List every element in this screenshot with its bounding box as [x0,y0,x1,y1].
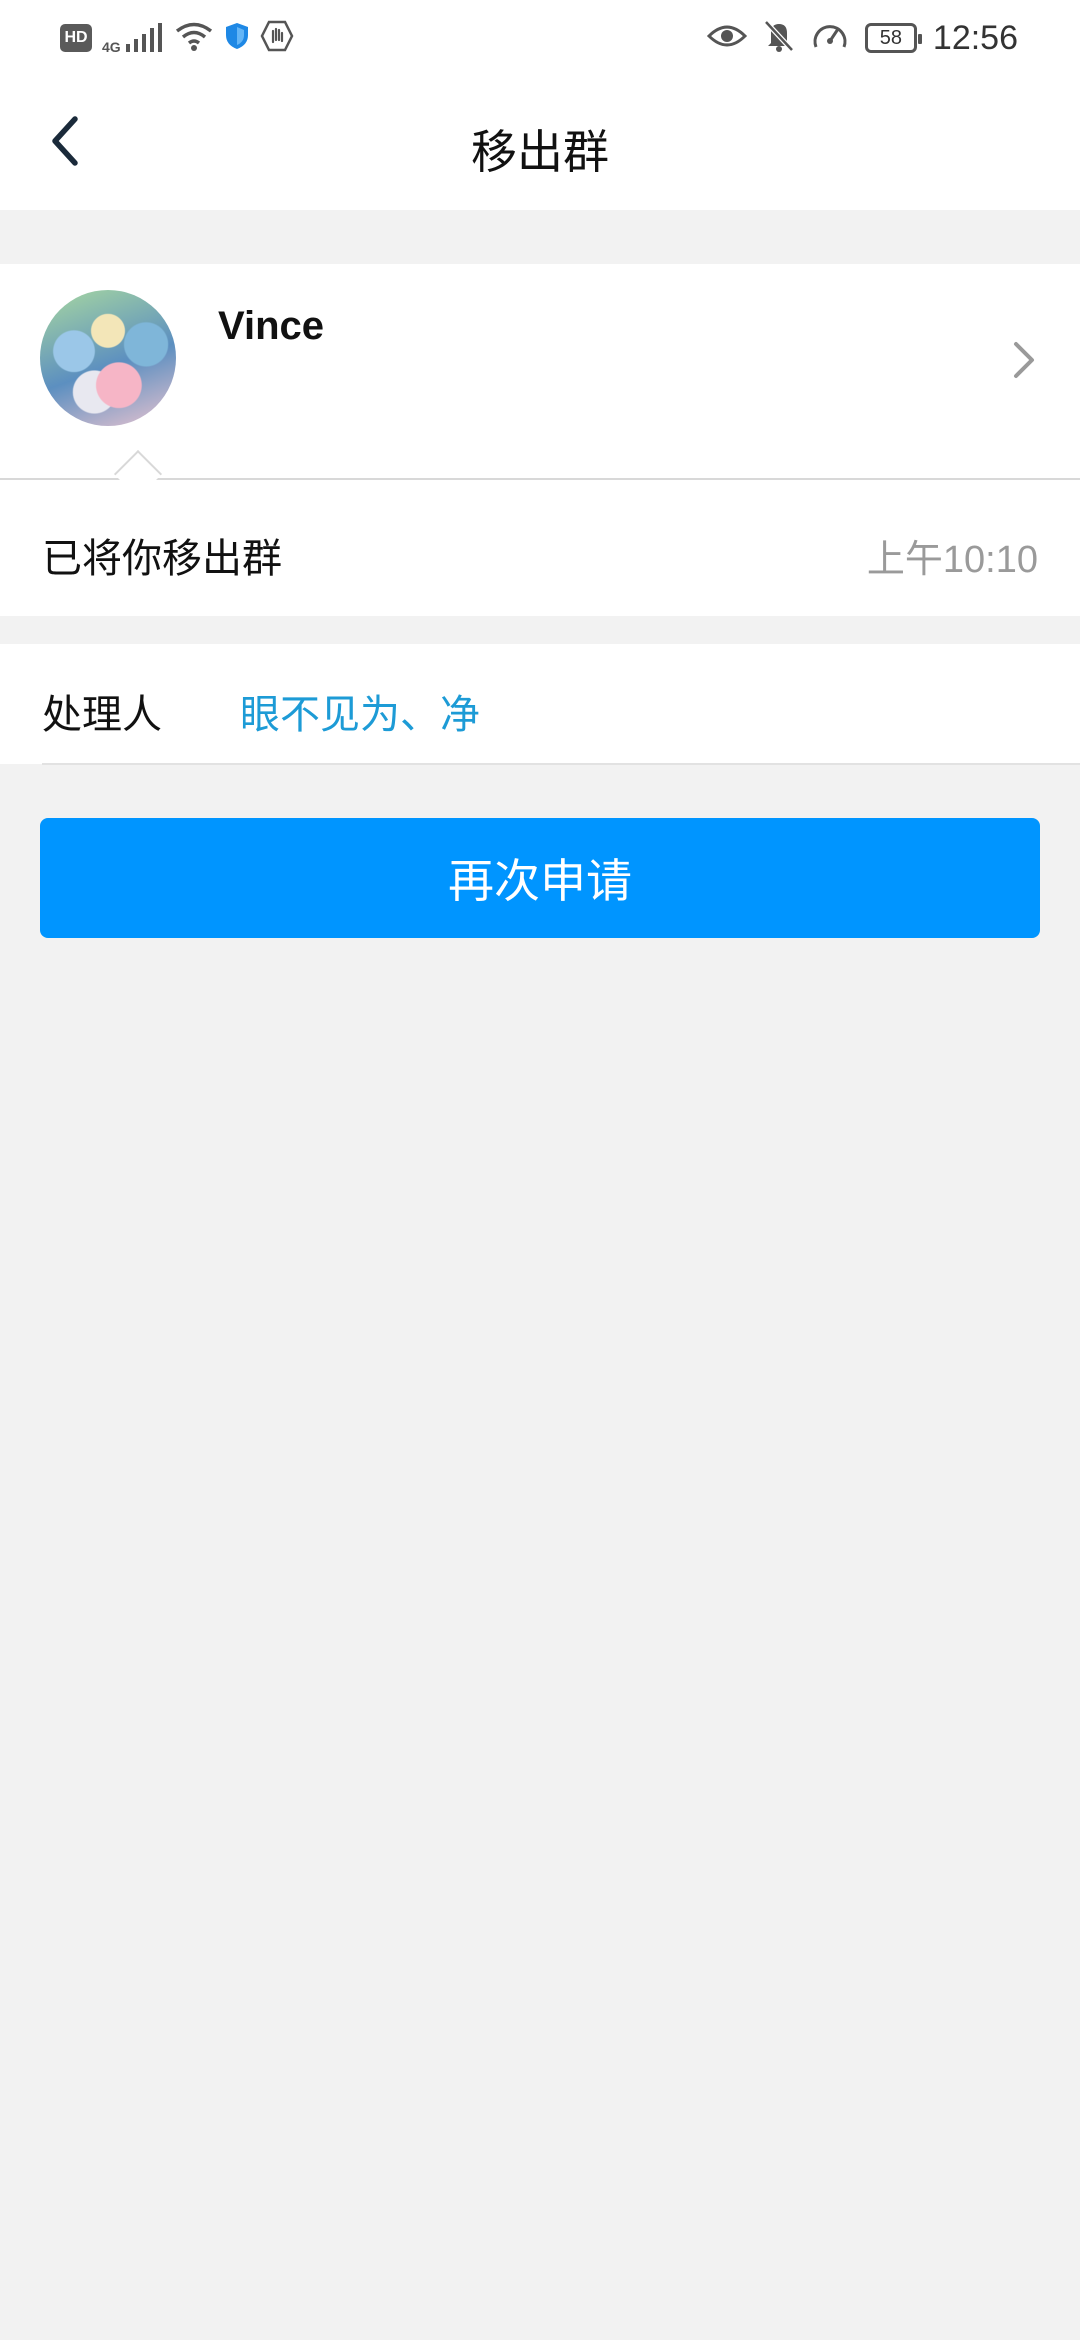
handler-label: 处理人 [42,692,162,738]
status-left: HD 4G [60,20,294,56]
message-text: 已将你移出群 [42,536,282,582]
eye-icon [706,22,748,54]
message-time: 上午10:10 [866,539,1038,581]
profile-name: Vince [218,304,324,348]
status-right: 58 12:56 [706,14,1018,62]
chevron-right-icon [1014,342,1034,378]
battery-level: 58 [879,26,903,49]
hd-icon: HD [60,24,92,52]
wifi-icon [174,20,214,56]
signal-icon: 4G [102,22,164,54]
profile-card[interactable]: Vince [0,264,1080,480]
hd-label: HD [64,29,88,46]
status-bar: HD 4G 58 12:56 [0,0,1080,76]
avatar[interactable] [40,290,176,426]
page-title: 移出群 [471,125,609,179]
divider [42,763,1080,765]
shield-icon [224,21,250,55]
network-type: 4G [102,39,121,55]
battery-icon: 58 [864,23,922,53]
message-row: 已将你移出群 上午10:10 [0,480,1080,616]
reapply-button[interactable]: 再次申请 [40,818,1040,938]
clock: 12:56 [932,18,1018,57]
hand-icon [260,20,294,56]
handler-row: 处理人 眼不见为、净 [0,644,1080,764]
speed-icon [811,19,849,57]
nav-bar: 移出群 [0,76,1080,210]
bell-off-icon [763,19,795,57]
handler-name-link[interactable]: 眼不见为、净 [240,682,480,740]
